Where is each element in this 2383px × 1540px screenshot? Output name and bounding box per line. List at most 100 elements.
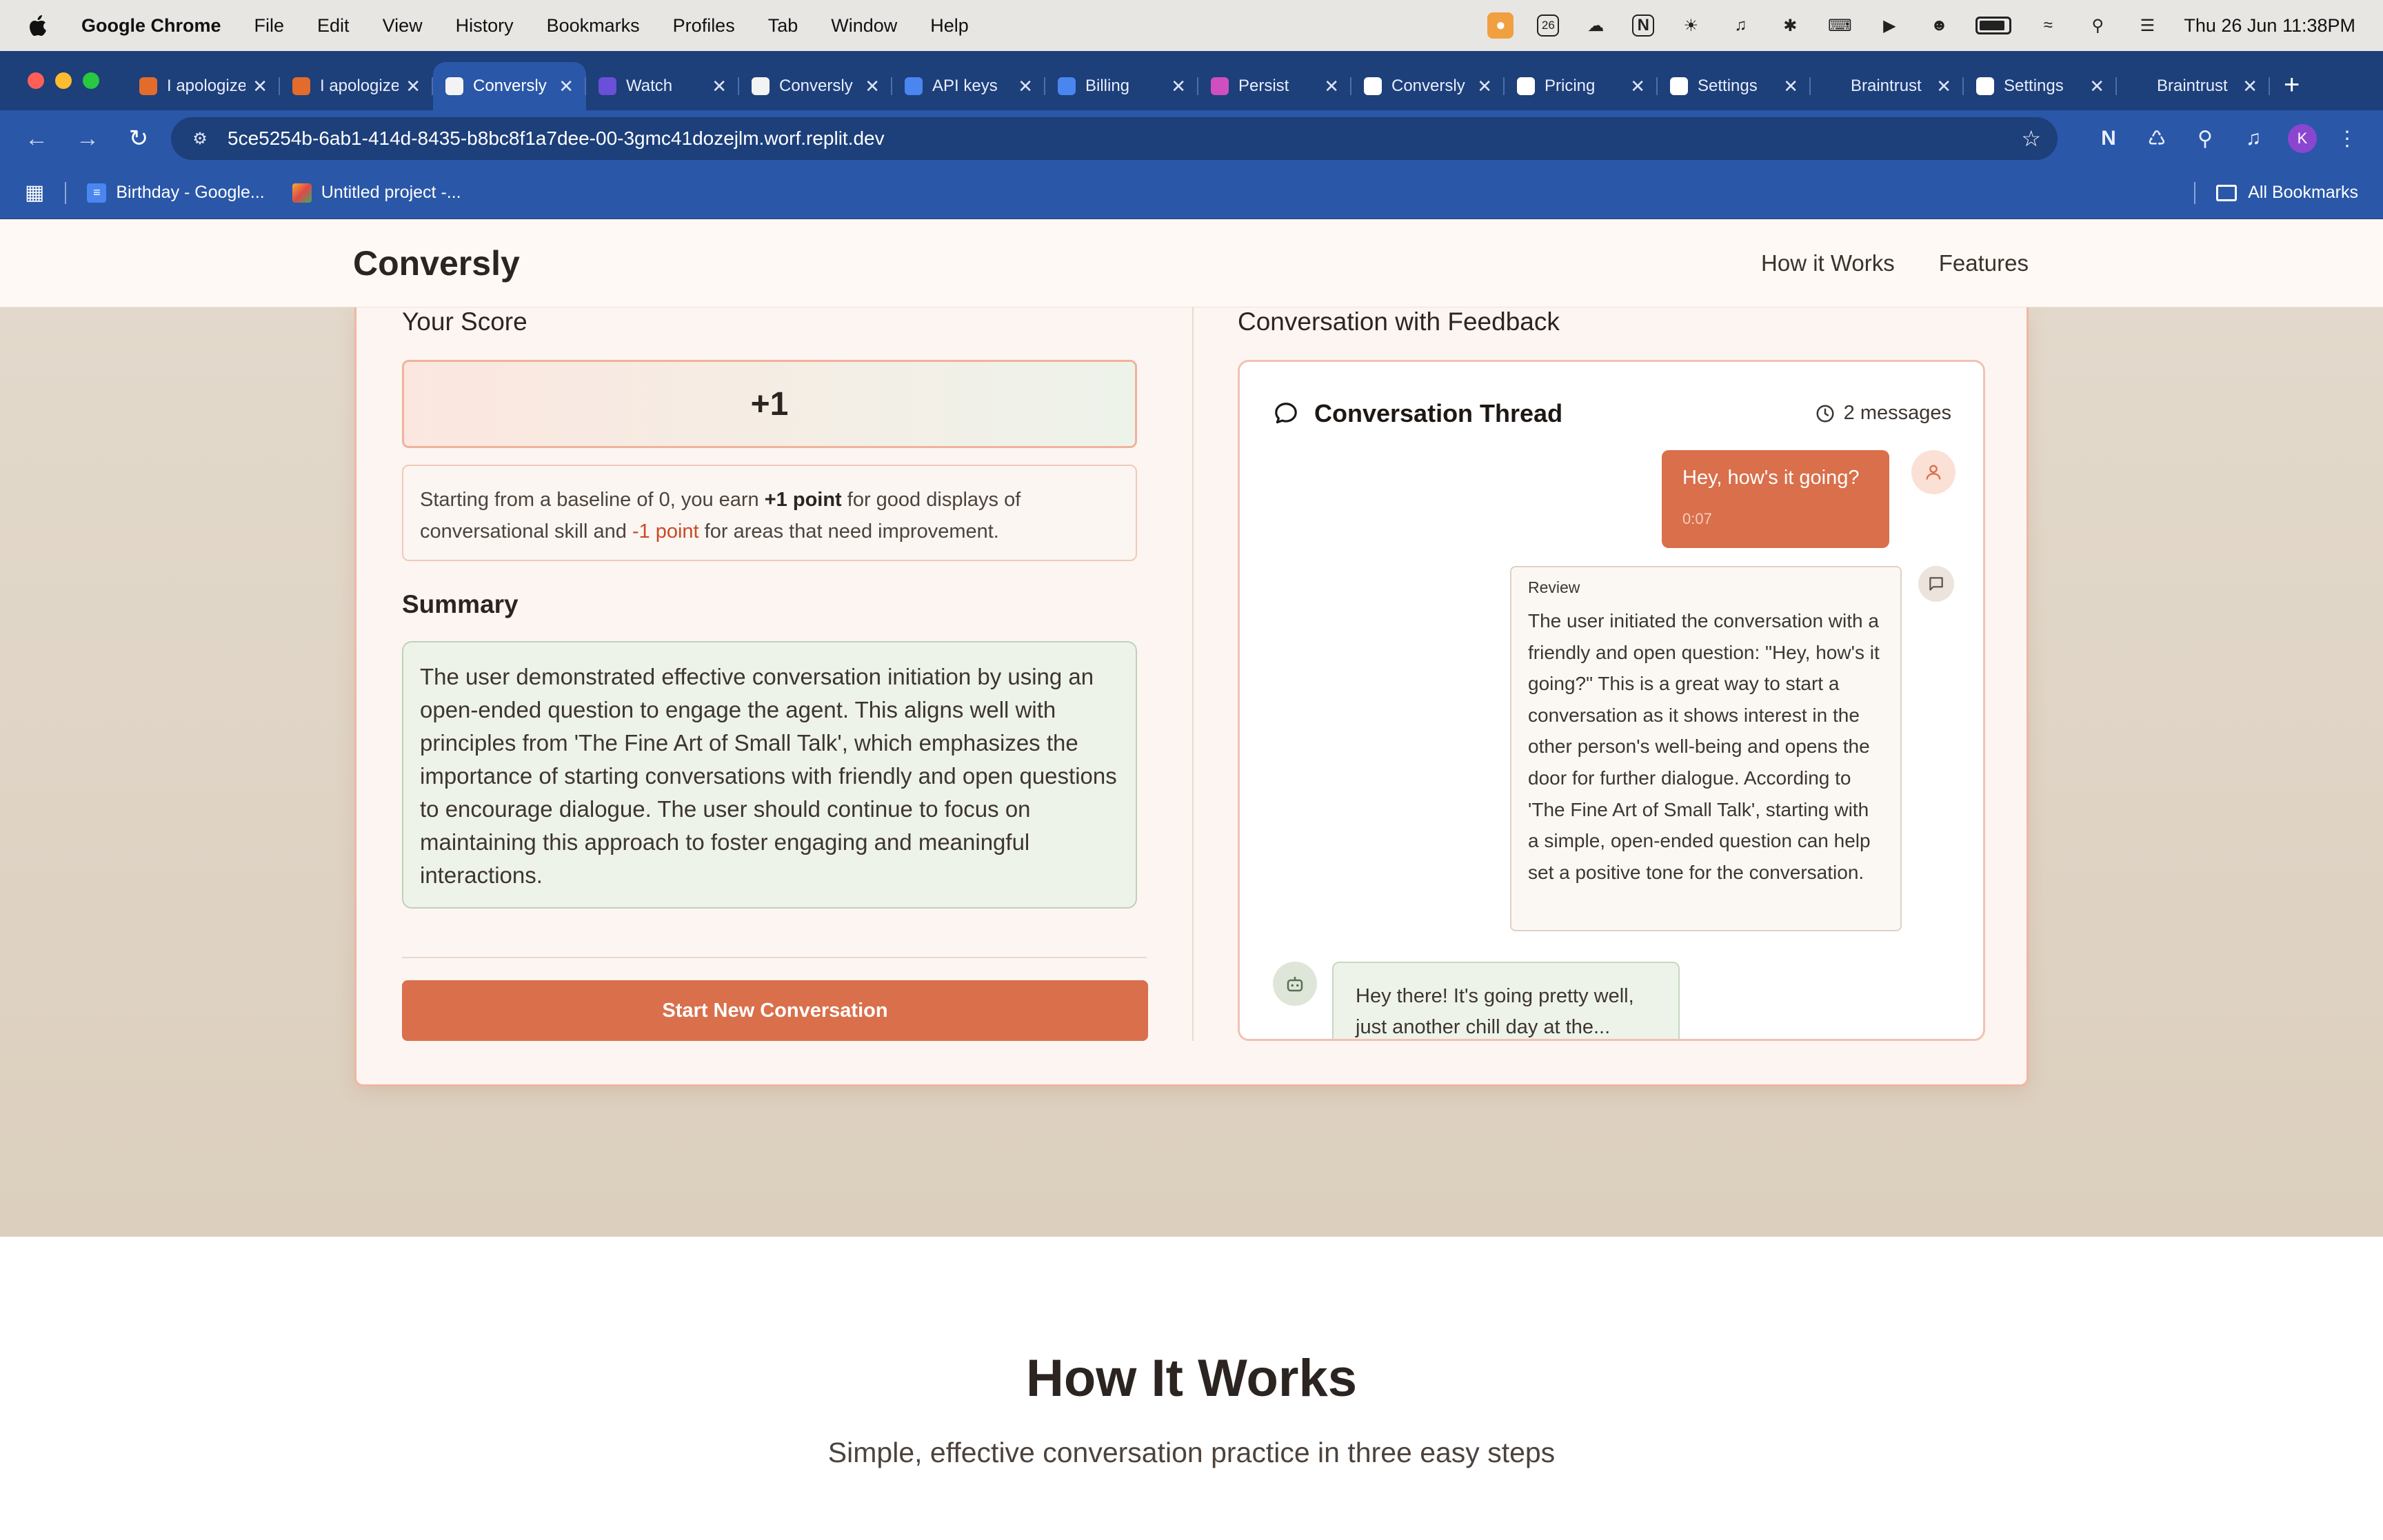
user-message-text: Hey, how's it going?: [1682, 467, 1860, 489]
tab-close-icon[interactable]: ✕: [1936, 76, 1951, 97]
tab-close-icon[interactable]: ✕: [865, 76, 880, 97]
browser-tab[interactable]: I apologize ✕: [280, 62, 433, 110]
apps-grid-icon[interactable]: ▦: [25, 181, 44, 205]
forward-arrow-icon[interactable]: →: [69, 120, 106, 157]
minimize-window-button[interactable]: [55, 72, 72, 89]
browser-tab[interactable]: Persist ✕: [1198, 62, 1351, 110]
tab-close-icon[interactable]: ✕: [2089, 76, 2104, 97]
keyboard-icon[interactable]: ⌨: [1827, 12, 1853, 39]
media-controls-icon[interactable]: ♫: [2235, 121, 2271, 156]
brightness-icon[interactable]: ☀: [1678, 12, 1704, 39]
profile-avatar[interactable]: K: [2288, 124, 2317, 153]
menu-file[interactable]: File: [254, 15, 285, 37]
site-nav: How it Works Features: [1761, 250, 2029, 276]
review-label: Review: [1528, 578, 1580, 596]
browser-tab[interactable]: Settings ✕: [1964, 62, 2117, 110]
tab-close-icon[interactable]: ✕: [2242, 76, 2258, 97]
tab-close-icon[interactable]: ✕: [1783, 76, 1798, 97]
site-settings-icon[interactable]: ⚙: [188, 126, 212, 151]
start-new-conversation-button[interactable]: Start New Conversation: [402, 980, 1148, 1041]
folder-icon: [2216, 184, 2238, 201]
menu-edit[interactable]: Edit: [317, 15, 350, 37]
bluetooth-icon[interactable]: ✱: [1777, 12, 1803, 39]
tab-close-icon[interactable]: ✕: [405, 76, 421, 97]
nav-how-it-works[interactable]: How it Works: [1761, 250, 1895, 276]
browser-tab[interactable]: Braintrust ✕: [1811, 62, 1964, 110]
browser-tab[interactable]: Conversly ✕: [1351, 62, 1505, 110]
menu-view[interactable]: View: [383, 15, 423, 37]
menu-help[interactable]: Help: [930, 15, 969, 37]
browser-tab[interactable]: Settings ✕: [1658, 62, 1811, 110]
nav-features[interactable]: Features: [1939, 250, 2029, 276]
tab-close-icon[interactable]: ✕: [1324, 76, 1339, 97]
browser-tab[interactable]: Watch ✕: [586, 62, 739, 110]
browser-tab[interactable]: Billing ✕: [1045, 62, 1198, 110]
conversation-thread-panel[interactable]: Conversation Thread 2 messages Hey, how'…: [1238, 360, 1985, 1041]
headphones-icon[interactable]: ♫: [1727, 12, 1753, 39]
play-icon[interactable]: ▶: [1876, 12, 1902, 39]
apple-icon[interactable]: [28, 14, 48, 37]
browser-tab[interactable]: Pricing ✕: [1505, 62, 1658, 110]
notion-extension-icon[interactable]: N: [2091, 121, 2126, 156]
review-feedback-box: Review The user initiated the conversati…: [1510, 566, 1902, 931]
tab-close-icon[interactable]: ✕: [712, 76, 727, 97]
tab-label: Pricing: [1545, 77, 1596, 95]
notion-icon[interactable]: N: [1632, 14, 1655, 37]
browser-tab[interactable]: Conversly ✕: [739, 62, 892, 110]
new-tab-button[interactable]: +: [2284, 70, 2300, 101]
browser-tab[interactable]: I apologize ✕: [127, 62, 280, 110]
docs-icon: ≡: [87, 183, 107, 203]
tab-close-icon[interactable]: ✕: [1171, 76, 1186, 97]
menubar-clock[interactable]: Thu 26 Jun 11:38PM: [2184, 15, 2355, 37]
tab-close-icon[interactable]: ✕: [559, 76, 574, 97]
tab-close-icon[interactable]: ✕: [1477, 76, 1492, 97]
menu-bookmarks[interactable]: Bookmarks: [547, 15, 640, 37]
calendar-icon[interactable]: 26: [1537, 14, 1560, 37]
back-arrow-icon[interactable]: ←: [18, 120, 55, 157]
menu-profiles[interactable]: Profiles: [673, 15, 735, 37]
menu-tab[interactable]: Tab: [768, 15, 798, 37]
brand-logo[interactable]: Conversly: [353, 243, 520, 283]
thread-header: Conversation Thread: [1273, 399, 1562, 428]
tab-favicon-icon: [1211, 77, 1229, 95]
browser-tab[interactable]: API keys ✕: [892, 62, 1045, 110]
wifi-icon[interactable]: ≈: [2035, 12, 2061, 39]
extensions-puzzle-icon[interactable]: ♺: [2139, 121, 2175, 156]
summary-heading: Summary: [402, 590, 519, 618]
menu-window[interactable]: Window: [831, 15, 897, 37]
tab-favicon-icon: [1670, 77, 1688, 95]
bookmark-untitled-project[interactable]: Untitled project -...: [292, 183, 461, 203]
tab-close-icon[interactable]: ✕: [1630, 76, 1645, 97]
bookmark-birthday[interactable]: ≡ Birthday - Google...: [87, 183, 265, 203]
menu-history[interactable]: History: [456, 15, 514, 37]
weather-icon[interactable]: ☁: [1582, 12, 1609, 39]
address-bar[interactable]: ⚙ 5ce5254b-6ab1-414d-8435-b8bc8f1a7dee-0…: [171, 117, 2058, 160]
chrome-menu-icon[interactable]: ⋮: [2329, 121, 2365, 156]
how-it-works-section: How It Works Simple, effective conversat…: [0, 1237, 2383, 1540]
all-bookmarks[interactable]: All Bookmarks: [2194, 181, 2358, 204]
microphone-icon[interactable]: ●: [1487, 12, 1514, 39]
bookmarks-separator: [2194, 181, 2196, 204]
tab-list: I apologize ✕ I apologize ✕ Conversly ✕ Watch ✕…: [127, 62, 2270, 110]
tab-close-icon[interactable]: ✕: [1018, 76, 1033, 97]
tab-close-icon[interactable]: ✕: [252, 76, 268, 97]
browser-tab[interactable]: Conversly ✕: [433, 62, 586, 110]
user-account-icon[interactable]: ☻: [1926, 12, 1952, 39]
tab-label: API keys: [932, 77, 998, 95]
spotlight-search-icon[interactable]: ⚲: [2084, 12, 2111, 39]
tab-label: Braintrust: [1851, 77, 1922, 95]
reload-icon[interactable]: ↻: [120, 120, 157, 157]
window-controls: [28, 51, 99, 110]
browser-toolbar: ← → ↻ ⚙ 5ce5254b-6ab1-414d-8435-b8bc8f1a…: [0, 110, 2383, 167]
browser-tab[interactable]: Braintrust ✕: [2117, 62, 2270, 110]
zoom-window-button[interactable]: [83, 72, 99, 89]
close-window-button[interactable]: [28, 72, 44, 89]
url-text[interactable]: 5ce5254b-6ab1-414d-8435-b8bc8f1a7dee-00-…: [228, 128, 2021, 150]
tab-search-icon[interactable]: ⚲: [2187, 121, 2223, 156]
chat-bubble-icon: [1275, 403, 1297, 424]
menu-app-name[interactable]: Google Chrome: [81, 15, 221, 37]
control-center-icon[interactable]: ☰: [2134, 12, 2160, 39]
bookmark-star-icon[interactable]: ☆: [2021, 125, 2041, 152]
battery-icon[interactable]: [1975, 17, 2012, 34]
how-it-works-title: How It Works: [1026, 1349, 1357, 1408]
